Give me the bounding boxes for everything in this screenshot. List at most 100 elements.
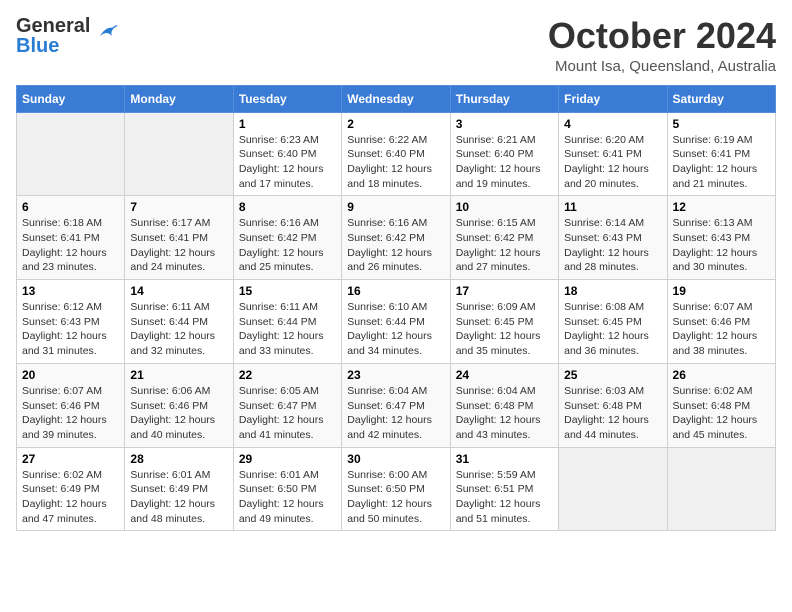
- calendar-cell: [125, 112, 233, 196]
- day-number: 6: [22, 200, 119, 214]
- day-number: 10: [456, 200, 553, 214]
- day-detail: Sunrise: 6:01 AMSunset: 6:49 PMDaylight:…: [130, 468, 227, 527]
- day-detail: Sunrise: 6:23 AMSunset: 6:40 PMDaylight:…: [239, 133, 336, 192]
- day-detail: Sunrise: 6:02 AMSunset: 6:48 PMDaylight:…: [673, 384, 770, 443]
- calendar-cell: [559, 447, 667, 531]
- day-number: 20: [22, 368, 119, 382]
- day-number: 28: [130, 452, 227, 466]
- calendar-cell: 9 Sunrise: 6:16 AMSunset: 6:42 PMDaylight…: [342, 196, 450, 280]
- day-number: 24: [456, 368, 553, 382]
- weekday-header-friday: Friday: [559, 85, 667, 112]
- calendar-week-5: 27Sunrise: 6:02 AMSunset: 6:49 PMDayligh…: [17, 447, 776, 531]
- day-detail: Sunrise: 6:19 AMSunset: 6:41 PMDaylight:…: [673, 133, 770, 192]
- day-number: 15: [239, 284, 336, 298]
- day-number: 1: [239, 117, 336, 131]
- day-detail: Sunrise: 6:12 AMSunset: 6:43 PMDaylight:…: [22, 300, 119, 359]
- calendar-cell: 26 Sunrise: 6:02 AMSunset: 6:48 PMDayligh…: [667, 363, 775, 447]
- day-detail: Sunrise: 6:17 AMSunset: 6:41 PMDaylight:…: [130, 216, 227, 275]
- calendar-cell: 31 Sunrise: 5:59 AMSunset: 6:51 PMDayligh…: [450, 447, 558, 531]
- calendar-cell: 1 Sunrise: 6:23 AMSunset: 6:40 PMDaylight…: [233, 112, 341, 196]
- day-number: 8: [239, 200, 336, 214]
- title-area: October 2024 Mount Isa, Queensland, Aust…: [548, 16, 776, 75]
- day-detail: Sunrise: 6:11 AMSunset: 6:44 PMDaylight:…: [239, 300, 336, 359]
- day-detail: Sunrise: 5:59 AMSunset: 6:51 PMDaylight:…: [456, 468, 553, 527]
- day-detail: Sunrise: 6:00 AMSunset: 6:50 PMDaylight:…: [347, 468, 444, 527]
- day-detail: Sunrise: 6:07 AMSunset: 6:46 PMDaylight:…: [22, 384, 119, 443]
- calendar-cell: [667, 447, 775, 531]
- day-detail: Sunrise: 6:07 AMSunset: 6:46 PMDaylight:…: [673, 300, 770, 359]
- calendar-cell: 7 Sunrise: 6:17 AMSunset: 6:41 PMDaylight…: [125, 196, 233, 280]
- calendar-cell: 14Sunrise: 6:11 AMSunset: 6:44 PMDayligh…: [125, 280, 233, 364]
- day-number: 9: [347, 200, 444, 214]
- calendar-cell: 3 Sunrise: 6:21 AMSunset: 6:40 PMDaylight…: [450, 112, 558, 196]
- day-detail: Sunrise: 6:03 AMSunset: 6:48 PMDaylight:…: [564, 384, 661, 443]
- calendar-cell: 27Sunrise: 6:02 AMSunset: 6:49 PMDayligh…: [17, 447, 125, 531]
- day-number: 30: [347, 452, 444, 466]
- month-title: October 2024: [548, 16, 776, 56]
- day-detail: Sunrise: 6:13 AMSunset: 6:43 PMDaylight:…: [673, 216, 770, 275]
- day-number: 29: [239, 452, 336, 466]
- calendar-cell: 6Sunrise: 6:18 AMSunset: 6:41 PMDaylight…: [17, 196, 125, 280]
- day-number: 4: [564, 117, 661, 131]
- day-detail: Sunrise: 6:01 AMSunset: 6:50 PMDaylight:…: [239, 468, 336, 527]
- day-number: 3: [456, 117, 553, 131]
- calendar-cell: 2 Sunrise: 6:22 AMSunset: 6:40 PMDaylight…: [342, 112, 450, 196]
- calendar-cell: 17Sunrise: 6:09 AMSunset: 6:45 PMDayligh…: [450, 280, 558, 364]
- logo-bird-icon: [92, 18, 120, 46]
- calendar-cell: [17, 112, 125, 196]
- weekday-header-monday: Monday: [125, 85, 233, 112]
- day-detail: Sunrise: 6:22 AMSunset: 6:40 PMDaylight:…: [347, 133, 444, 192]
- calendar-cell: 20 Sunrise: 6:07 AMSunset: 6:46 PMDayligh…: [17, 363, 125, 447]
- day-detail: Sunrise: 6:21 AMSunset: 6:40 PMDaylight:…: [456, 133, 553, 192]
- calendar-cell: 5Sunrise: 6:19 AMSunset: 6:41 PMDaylight…: [667, 112, 775, 196]
- weekday-header-row: SundayMondayTuesdayWednesdayThursdayFrid…: [17, 85, 776, 112]
- calendar-cell: 22 Sunrise: 6:05 AMSunset: 6:47 PMDayligh…: [233, 363, 341, 447]
- calendar-cell: 25Sunrise: 6:03 AMSunset: 6:48 PMDayligh…: [559, 363, 667, 447]
- day-detail: Sunrise: 6:16 AMSunset: 6:42 PMDaylight:…: [239, 216, 336, 275]
- day-number: 14: [130, 284, 227, 298]
- day-detail: Sunrise: 6:08 AMSunset: 6:45 PMDaylight:…: [564, 300, 661, 359]
- day-number: 2: [347, 117, 444, 131]
- calendar-cell: 12Sunrise: 6:13 AMSunset: 6:43 PMDayligh…: [667, 196, 775, 280]
- logo: General Blue: [16, 16, 120, 56]
- calendar-cell: 8 Sunrise: 6:16 AMSunset: 6:42 PMDaylight…: [233, 196, 341, 280]
- day-number: 18: [564, 284, 661, 298]
- day-detail: Sunrise: 6:20 AMSunset: 6:41 PMDaylight:…: [564, 133, 661, 192]
- calendar-cell: 21Sunrise: 6:06 AMSunset: 6:46 PMDayligh…: [125, 363, 233, 447]
- calendar-cell: 19Sunrise: 6:07 AMSunset: 6:46 PMDayligh…: [667, 280, 775, 364]
- calendar-week-4: 20 Sunrise: 6:07 AMSunset: 6:46 PMDayligh…: [17, 363, 776, 447]
- day-detail: Sunrise: 6:16 AMSunset: 6:42 PMDaylight:…: [347, 216, 444, 275]
- calendar-week-1: 1 Sunrise: 6:23 AMSunset: 6:40 PMDaylight…: [17, 112, 776, 196]
- day-number: 13: [22, 284, 119, 298]
- calendar-cell: 13 Sunrise: 6:12 AMSunset: 6:43 PMDayligh…: [17, 280, 125, 364]
- location-title: Mount Isa, Queensland, Australia: [548, 58, 776, 75]
- weekday-header-tuesday: Tuesday: [233, 85, 341, 112]
- calendar-cell: 15 Sunrise: 6:11 AMSunset: 6:44 PMDayligh…: [233, 280, 341, 364]
- calendar-table: SundayMondayTuesdayWednesdayThursdayFrid…: [16, 85, 776, 532]
- calendar-cell: 4 Sunrise: 6:20 AMSunset: 6:41 PMDaylight…: [559, 112, 667, 196]
- calendar-cell: 29 Sunrise: 6:01 AMSunset: 6:50 PMDayligh…: [233, 447, 341, 531]
- calendar-cell: 28 Sunrise: 6:01 AMSunset: 6:49 PMDayligh…: [125, 447, 233, 531]
- calendar-cell: 10Sunrise: 6:15 AMSunset: 6:42 PMDayligh…: [450, 196, 558, 280]
- day-number: 31: [456, 452, 553, 466]
- calendar-cell: 23Sunrise: 6:04 AMSunset: 6:47 PMDayligh…: [342, 363, 450, 447]
- calendar-cell: 18 Sunrise: 6:08 AMSunset: 6:45 PMDayligh…: [559, 280, 667, 364]
- day-number: 23: [347, 368, 444, 382]
- calendar-cell: 16Sunrise: 6:10 AMSunset: 6:44 PMDayligh…: [342, 280, 450, 364]
- day-number: 22: [239, 368, 336, 382]
- day-detail: Sunrise: 6:04 AMSunset: 6:48 PMDaylight:…: [456, 384, 553, 443]
- day-detail: Sunrise: 6:02 AMSunset: 6:49 PMDaylight:…: [22, 468, 119, 527]
- day-number: 7: [130, 200, 227, 214]
- day-detail: Sunrise: 6:09 AMSunset: 6:45 PMDaylight:…: [456, 300, 553, 359]
- day-detail: Sunrise: 6:06 AMSunset: 6:46 PMDaylight:…: [130, 384, 227, 443]
- weekday-header-thursday: Thursday: [450, 85, 558, 112]
- calendar-cell: 11Sunrise: 6:14 AMSunset: 6:43 PMDayligh…: [559, 196, 667, 280]
- weekday-header-sunday: Sunday: [17, 85, 125, 112]
- day-number: 16: [347, 284, 444, 298]
- day-detail: Sunrise: 6:05 AMSunset: 6:47 PMDaylight:…: [239, 384, 336, 443]
- calendar-week-2: 6Sunrise: 6:18 AMSunset: 6:41 PMDaylight…: [17, 196, 776, 280]
- weekday-header-wednesday: Wednesday: [342, 85, 450, 112]
- day-number: 11: [564, 200, 661, 214]
- logo-general: General: [16, 16, 90, 36]
- day-number: 26: [673, 368, 770, 382]
